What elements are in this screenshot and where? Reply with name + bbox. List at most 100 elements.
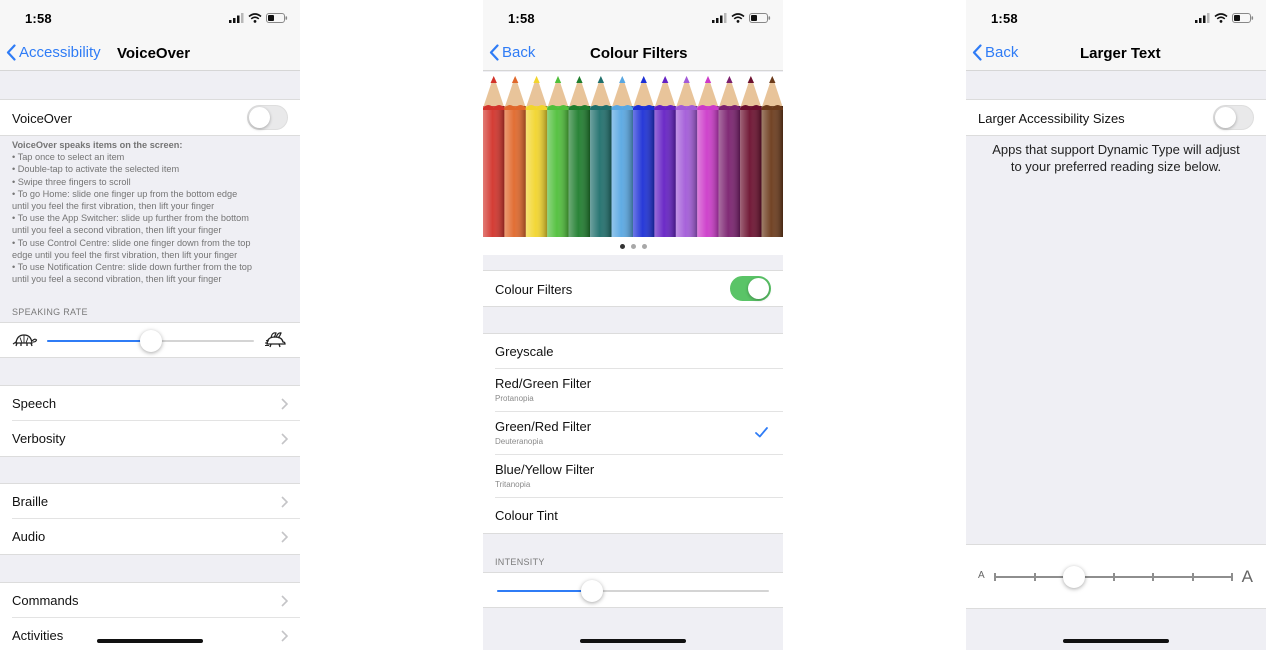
page-title: Colour Filters [590,45,688,62]
status-bar: 1:58 [966,0,1266,36]
chevron-right-icon [281,630,288,642]
list-item-audio[interactable]: Audio [12,519,300,554]
page-indicator[interactable] [483,237,783,255]
text-size-tick [1231,573,1233,581]
status-time: 1:58 [991,11,1018,26]
voiceover-label: VoiceOver [12,111,72,126]
status-bar: 1:58 [483,0,783,36]
filter-option-red-green[interactable]: Red/Green Filter Protanopia [495,369,783,412]
back-button[interactable]: Back [489,44,535,61]
cellular-signal-icon [1195,13,1210,23]
page-dot[interactable] [641,243,647,249]
intensity-thumb[interactable] [581,580,603,602]
voiceover-description: VoiceOver speaks items on the screen: • T… [12,139,288,285]
colour-pencils-image [483,76,783,237]
larger-sizes-toggle-group: Larger Accessibility Sizes [966,99,1266,136]
description-line: • To use Control Centre: slide one finge… [12,237,251,248]
pencil [611,76,633,237]
larger-sizes-toggle[interactable] [1213,105,1254,130]
list-item-speech[interactable]: Speech [12,386,300,421]
home-indicator[interactable] [97,639,203,643]
page-title: VoiceOver [117,45,191,62]
pencil [568,76,591,237]
chevron-right-icon [281,398,288,410]
pencil [547,76,569,237]
pencil [633,76,655,237]
description-line: • Swipe three fingers to scroll [12,176,131,187]
text-size-tick [994,573,996,581]
pencil [483,76,505,237]
speaking-rate-thumb[interactable] [140,330,162,352]
chevron-right-icon [281,531,288,543]
page-dot[interactable] [619,243,625,249]
back-label: Back [502,44,536,61]
wifi-icon [248,13,262,23]
chevron-left-icon [489,44,499,61]
voiceover-toggle-group: VoiceOver [0,99,300,136]
description-line: VoiceOver speaks items on the screen: [12,140,183,150]
cellular-signal-icon [229,13,244,23]
slow-turtle-icon [12,334,38,347]
description-line: • Tap once to select an item [12,152,125,163]
status-bar: 1:58 [0,0,300,36]
list-item-commands[interactable]: Commands [12,583,300,618]
larger-sizes-row: Larger Accessibility Sizes [978,100,1266,135]
colour-filters-screen: 1:58 Back Colour Filters Colour Filters … [483,0,783,650]
text-size-tick [1113,573,1115,581]
wifi-icon [731,13,745,23]
page-dot[interactable] [630,243,636,249]
description-line: until you feel the first vibration, then… [12,201,215,212]
larger-text-screen: 1:58 Back Larger Text Larger Accessibili… [966,0,1266,650]
back-label: Accessibility [19,44,101,61]
pencil [761,76,783,237]
wifi-icon [1214,13,1228,23]
large-a-label: A [1241,567,1253,586]
pencil [525,76,548,237]
colour-pencils-preview[interactable] [483,72,783,237]
speaking-rate-slider[interactable] [47,330,254,352]
pencil [654,76,676,237]
text-size-tick [1152,573,1154,581]
home-indicator[interactable] [580,639,686,643]
text-size-thumb[interactable] [1063,566,1085,588]
nav-bar: Accessibility VoiceOver [0,36,300,71]
filter-option-colour-tint[interactable]: Colour Tint [495,498,783,533]
intensity-header: INTENSITY [495,557,545,567]
description-line: • To use the App Switcher: slide up furt… [12,213,249,224]
list-item-activities[interactable]: Activities [12,618,300,650]
description-line: • To go Home: slide one finger up from t… [12,188,238,199]
nav-bar: Back Colour Filters [483,36,783,71]
checkmark-icon [755,427,768,438]
description-line: until you feel a second vibration, then … [12,225,222,236]
chevron-left-icon [6,44,16,61]
filter-option-blue-yellow[interactable]: Blue/Yellow Filter Tritanopia [495,455,783,498]
nav-bar: Back Larger Text [966,36,1266,71]
status-time: 1:58 [508,11,535,26]
voiceover-toggle[interactable] [247,105,288,130]
description-line: • Double-tap to activate the selected it… [12,164,180,175]
pencil [590,76,612,237]
list-item-verbosity[interactable]: Verbosity [12,421,300,456]
chevron-right-icon [281,433,288,445]
intensity-slider[interactable] [497,580,769,602]
back-button[interactable]: Accessibility [6,44,101,61]
speech-group: Speech Verbosity [0,385,300,457]
cellular-signal-icon [712,13,727,23]
list-item-braille[interactable]: Braille [12,484,300,519]
speaking-rate-group [0,322,300,358]
battery-icon [266,13,288,23]
small-a-label: A [978,570,985,581]
status-time: 1:58 [25,11,52,26]
filter-option-greyscale[interactable]: Greyscale [495,334,783,369]
text-size-group: A A [966,544,1266,609]
filter-option-green-red[interactable]: Green/Red Filter Deuteranopia [495,412,783,455]
colour-filters-toggle[interactable] [730,276,771,301]
text-size-slider[interactable] [994,566,1233,588]
back-button[interactable]: Back [972,44,1018,61]
voiceover-row: VoiceOver [12,100,300,135]
battery-icon [1232,13,1254,23]
home-indicator[interactable] [1063,639,1169,643]
colour-filters-toggle-group: Colour Filters [483,270,783,307]
page-title: Larger Text [1080,45,1161,62]
description-line: • To use Notification Centre: slide down… [12,262,252,273]
